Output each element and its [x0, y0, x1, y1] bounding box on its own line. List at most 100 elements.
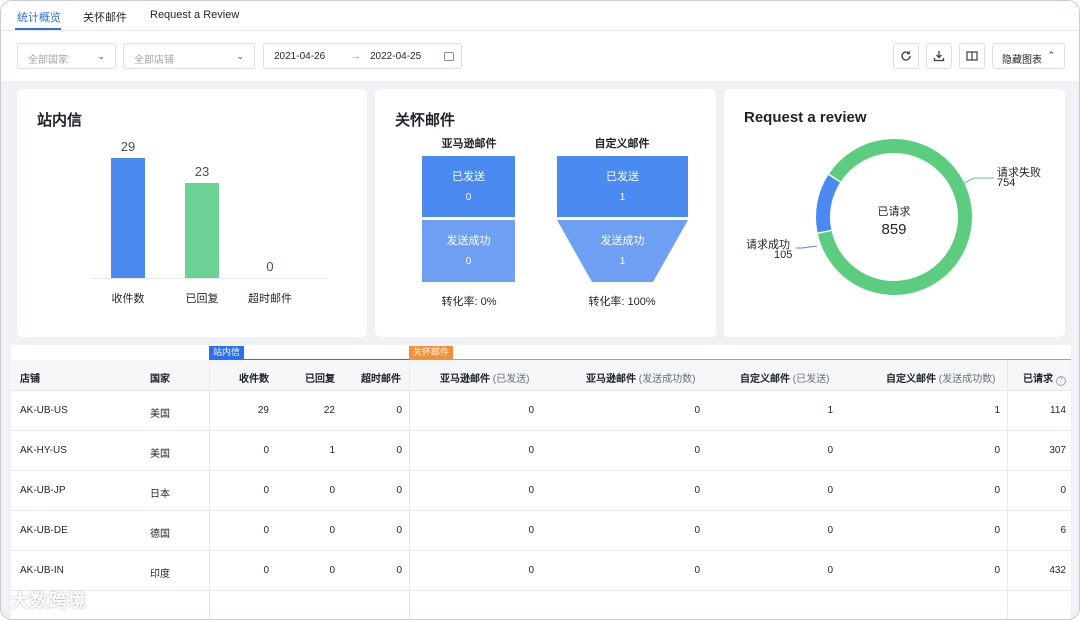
col-amazon-success[interactable]: 亚马逊邮件 (发送成功数)	[586, 370, 695, 385]
watermark-text: 大数跨境	[11, 591, 87, 611]
custom-sent-block[interactable]: 已发送 1	[557, 156, 688, 217]
col-replied[interactable]: 已回复	[305, 370, 335, 385]
cell-amazon-success: 0	[694, 565, 700, 576]
help-circle-icon[interactable]: ?	[1055, 376, 1066, 386]
cell-custom-success: 0	[994, 565, 1000, 576]
cell-country: 美国	[150, 409, 170, 420]
arrow-right-icon: →	[350, 50, 361, 62]
cell-received: 0	[263, 445, 269, 456]
col-amazon-success-sub: (发送成功数)	[638, 374, 696, 385]
amazon-sent-value: 0	[465, 192, 472, 203]
table-row[interactable]: AK-HY-US 美国 0 1 0 0 0 0 0 307	[11, 431, 1071, 471]
cell-store: AK-HY-US	[20, 445, 67, 456]
amazon-sent-block[interactable]: 已发送 0	[422, 156, 515, 217]
cell-amazon-sent: 0	[528, 485, 534, 496]
tab-request-review[interactable]: Request a Review	[150, 9, 239, 21]
app-window: 统计概览 关怀邮件 Request a Review 全部国家 ⌄ 全部店铺 ⌄…	[0, 0, 1080, 620]
store-select[interactable]: 全部店铺 ⌄	[123, 43, 255, 69]
cell-timeout: 0	[396, 525, 402, 536]
bar-1[interactable]	[185, 183, 219, 278]
col-custom-sent-sub: (已发送)	[792, 374, 830, 385]
amazon-success-value: 0	[465, 256, 472, 267]
hide-charts-label: 隐藏图表	[1002, 55, 1042, 66]
col-custom-success[interactable]: 自定义邮件 (发送成功数)	[886, 370, 995, 385]
bar-value-label: 0	[266, 259, 274, 274]
cell-requested: 432	[1049, 565, 1066, 576]
refresh-button[interactable]	[893, 43, 919, 69]
group-label-inbox: 站内信	[209, 346, 245, 359]
chevron-down-icon: ⌄	[97, 51, 105, 61]
col-divider	[209, 360, 210, 619]
table-row[interactable]: AK-UB-DE 德国 0 0 0 0 0 0 0 6	[11, 511, 1071, 551]
cell-replied: 22	[323, 405, 335, 416]
care-mail-card-title: 关怀邮件	[395, 112, 456, 129]
cell-country: 德国	[150, 529, 170, 540]
cell-requested: 307	[1049, 445, 1066, 456]
chevron-up-icon: ⌃	[1047, 50, 1055, 60]
cell-timeout: 0	[396, 485, 402, 496]
cell-store: AK-UB-US	[20, 405, 68, 416]
custom-success-block[interactable]: 发送成功 1	[557, 220, 688, 282]
amazon-success-label: 发送成功	[446, 235, 491, 247]
download-button[interactable]	[926, 43, 952, 69]
amazon-sent-label: 已发送	[452, 171, 485, 183]
cell-timeout: 0	[396, 445, 402, 456]
cell-replied: 0	[329, 565, 335, 576]
bar-value-label: 29	[120, 139, 136, 154]
cell-received: 0	[263, 525, 269, 536]
col-requested[interactable]: 已请求 ?	[1023, 370, 1066, 386]
amazon-success-block[interactable]: 发送成功 0	[422, 220, 515, 282]
fail-legend-value: 754	[997, 177, 1016, 189]
cell-custom-success: 1	[994, 405, 1000, 416]
country-select[interactable]: 全部国家 ⌄	[17, 43, 116, 69]
donut-slice-success[interactable]	[816, 175, 841, 233]
date-end[interactable]: 2022-04-25	[370, 51, 421, 62]
col-received[interactable]: 收件数	[239, 370, 269, 385]
tab-care-mail[interactable]: 关怀邮件	[83, 9, 127, 25]
column-settings-button[interactable]	[959, 43, 985, 69]
date-range-picker[interactable]: 2021-04-26 → 2022-04-25	[263, 43, 462, 69]
table-row[interactable]: AK-UB-US 美国 29 22 0 0 0 1 1 114	[11, 391, 1071, 431]
donut-center-label: 已请求	[877, 206, 911, 218]
cell-country: 印度	[150, 569, 170, 580]
success-leader-line	[796, 245, 818, 249]
cell-store: AK-UB-IN	[20, 565, 64, 576]
col-amazon-sent-sub: (已发送)	[492, 374, 530, 385]
cell-amazon-sent: 0	[528, 445, 534, 456]
hide-charts-button[interactable]: 隐藏图表 ⌃	[992, 43, 1065, 69]
store-select-placeholder: 全部店铺	[134, 55, 174, 66]
date-start[interactable]: 2021-04-26	[274, 51, 325, 62]
success-legend-value: 105	[774, 249, 793, 261]
amazon-mail-head: 亚马逊邮件	[441, 138, 497, 150]
table-row[interactable]: AK-UB-IN 印度 0 0 0 0 0 0 0 432	[11, 551, 1071, 591]
cell-timeout: 0	[396, 405, 402, 416]
cell-received: 0	[263, 565, 269, 576]
cell-country: 美国	[150, 449, 170, 460]
cell-amazon-sent: 0	[528, 565, 534, 576]
tab-overview[interactable]: 统计概览	[17, 9, 61, 25]
col-requested-label: 已请求	[1023, 374, 1053, 385]
tab-bar: 统计概览 关怀邮件 Request a Review	[1, 1, 1079, 31]
col-amazon-sent[interactable]: 亚马逊邮件 (已发送)	[440, 370, 529, 385]
bar-category-label: 收件数	[111, 293, 145, 305]
bar-0[interactable]	[111, 158, 145, 278]
custom-success-value: 1	[619, 256, 626, 267]
custom-conversion-rate: 转化率: 100%	[588, 296, 656, 308]
watermark-logo: 大数跨境	[11, 587, 87, 613]
table-header: 店铺 国家 收件数 已回复 超时邮件 亚马逊邮件 (已发送) 亚马逊邮件 (发送…	[11, 360, 1071, 391]
col-store[interactable]: 店铺	[20, 370, 40, 385]
cell-custom-sent: 0	[827, 565, 833, 576]
col-country[interactable]: 国家	[150, 370, 170, 385]
fail-leader-line	[959, 177, 994, 186]
cell-custom-sent: 0	[827, 485, 833, 496]
cell-replied: 0	[329, 525, 335, 536]
col-custom-sent[interactable]: 自定义邮件 (已发送)	[740, 370, 829, 385]
store-stats-table: 站内信 关怀邮件 店铺 国家 收件数 已回复 超时邮件 亚马逊邮件 (已发送) …	[11, 345, 1071, 619]
col-amazon-sent-label: 亚马逊邮件	[440, 374, 490, 385]
cell-amazon-sent: 0	[528, 405, 534, 416]
donut-center-value: 859	[881, 221, 907, 238]
table-row[interactable]: AK-UB-JP 日本 0 0 0 0 0 0 0 0	[11, 471, 1071, 511]
cell-custom-success: 0	[994, 485, 1000, 496]
col-timeout[interactable]: 超时邮件	[361, 370, 401, 385]
custom-sent-label: 已发送	[606, 171, 639, 183]
